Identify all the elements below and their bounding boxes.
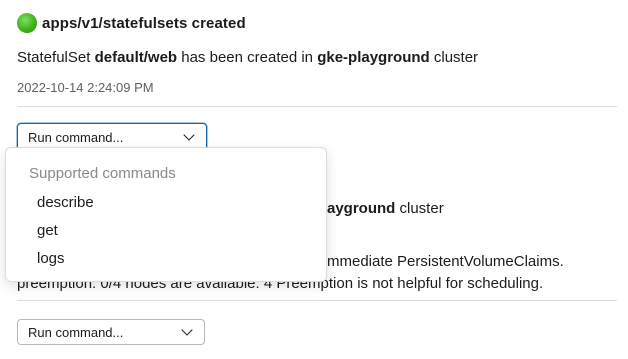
dropdown-option-describe[interactable]: describe xyxy=(6,188,326,216)
divider xyxy=(17,106,617,107)
detail-line-1: mmediate PersistentVolumeClaims. xyxy=(327,253,564,270)
run-command-select-2[interactable]: Run command... xyxy=(17,319,205,345)
command-dropdown-menu: Supported commands describe get logs xyxy=(5,147,327,282)
run-command-placeholder-2: Run command... xyxy=(28,324,124,340)
message-timestamp: 2022-10-14 2:24:09 PM xyxy=(17,80,154,95)
dropdown-option-logs[interactable]: logs xyxy=(6,244,326,272)
second-message-suffix: cluster xyxy=(395,200,444,217)
chevron-down-icon xyxy=(181,324,193,336)
dropdown-header: Supported commands xyxy=(29,165,176,182)
cluster-name: gke-playground xyxy=(317,49,430,66)
message-body: StatefulSet default/web has been created… xyxy=(17,48,478,68)
second-cluster-name: ayground xyxy=(327,200,396,217)
message-title: apps/v1/statefulsets created xyxy=(42,14,246,32)
message-text-suffix: cluster xyxy=(429,49,479,66)
message-text-prefix: StatefulSet xyxy=(17,49,95,66)
dropdown-option-get[interactable]: get xyxy=(6,216,326,244)
message-header: apps/v1/statefulsets created xyxy=(17,12,246,34)
green-circle-icon xyxy=(17,13,37,33)
resource-name: default/web xyxy=(94,49,178,66)
message-text-middle: has been created in xyxy=(177,49,318,66)
message-thread: apps/v1/statefulsets created StatefulSet… xyxy=(0,0,628,359)
chevron-down-icon xyxy=(183,129,195,141)
run-command-placeholder: Run command... xyxy=(28,129,124,145)
divider xyxy=(17,300,617,301)
